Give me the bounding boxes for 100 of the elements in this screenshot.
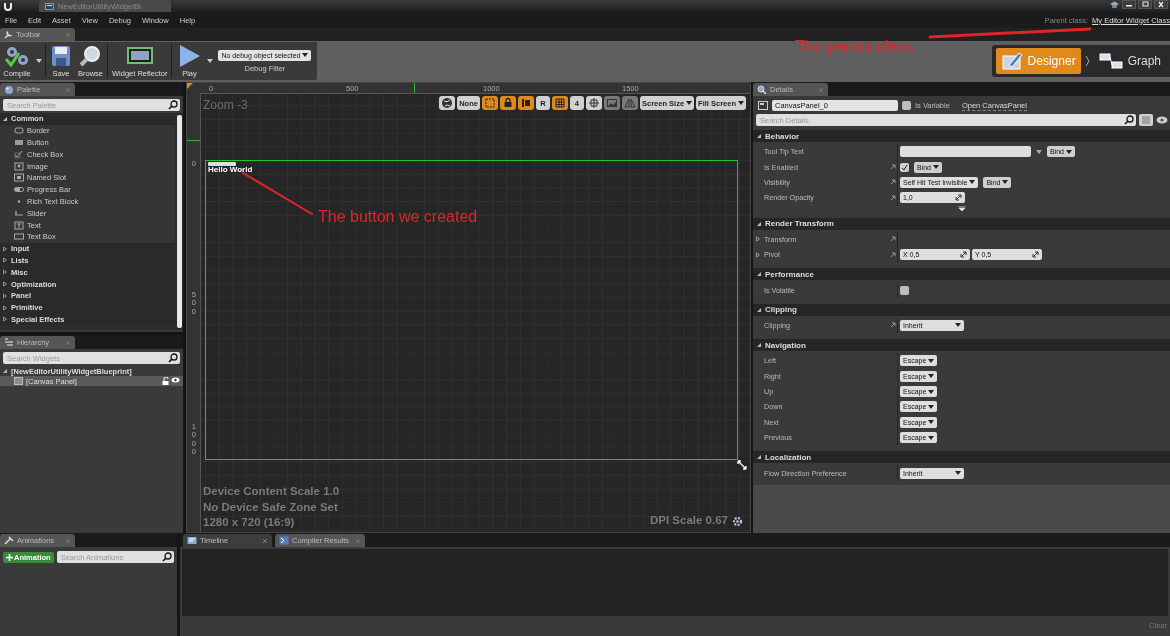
toolbar-button[interactable] (439, 96, 456, 110)
section-header[interactable]: Navigation (753, 339, 1170, 352)
widget-text: Hello World (208, 165, 253, 174)
eye-icon[interactable] (171, 377, 180, 383)
close-icon[interactable] (1154, 0, 1168, 9)
resize-icon[interactable] (737, 460, 747, 470)
border-widget-icon (14, 126, 24, 136)
collapse-arrow-icon[interactable] (2, 115, 8, 122)
section-header[interactable]: Clipping (753, 303, 1170, 316)
checkbox[interactable] (900, 162, 909, 172)
settings-icon[interactable] (732, 516, 743, 527)
restore-icon[interactable] (1138, 0, 1152, 9)
collapse-arrow-icon[interactable] (756, 306, 762, 313)
nodes-icon (1098, 52, 1123, 70)
mirror-icon (623, 97, 636, 109)
scrollbar-thumb[interactable] (176, 115, 182, 328)
caret-icon[interactable] (955, 323, 961, 328)
image-widget-icon (14, 161, 24, 171)
collapse-arrow-icon[interactable] (756, 271, 762, 278)
annotation-text: The button we created (318, 208, 478, 226)
collapse-arrow-icon[interactable] (2, 368, 8, 374)
caret-icon[interactable] (686, 101, 693, 105)
search-icon[interactable] (1124, 115, 1134, 125)
caret-icon[interactable] (928, 374, 935, 379)
section-header[interactable]: Render Transform (753, 217, 1170, 230)
ruler-marker (414, 83, 415, 93)
film-icon (187, 536, 197, 545)
chevron-icon (1084, 55, 1090, 67)
reset-arrow-icon[interactable] (890, 164, 896, 171)
leader-line (242, 172, 313, 215)
cap-icon[interactable] (1109, 0, 1120, 9)
caret-icon[interactable] (1066, 149, 1072, 154)
checkbox[interactable] (902, 101, 911, 110)
slot-widget-icon (14, 173, 24, 183)
caret-icon[interactable] (928, 389, 935, 394)
console-icon (279, 536, 289, 545)
caret-icon[interactable] (955, 471, 961, 476)
ruler-marker (187, 140, 200, 141)
pin-icon (4, 536, 14, 545)
toolbar-button[interactable] (517, 96, 534, 110)
wrench-icon (4, 30, 13, 39)
caret-icon[interactable] (207, 59, 214, 63)
checkbox-widget-icon (14, 149, 24, 159)
search-icon (757, 85, 767, 94)
caret-icon[interactable] (928, 420, 935, 425)
text-field[interactable] (900, 146, 1031, 158)
eye-icon[interactable] (1156, 116, 1170, 124)
checkbox[interactable] (900, 285, 909, 295)
annotation-text: The parent class (795, 38, 914, 56)
caret-icon[interactable] (302, 53, 309, 57)
reset-arrow-icon[interactable] (890, 251, 896, 258)
toolbar-button[interactable] (481, 96, 498, 110)
widget-tab (208, 162, 236, 166)
collapse-arrow-icon[interactable] (756, 454, 762, 461)
drag-arrows-icon[interactable] (955, 194, 962, 202)
marquee-icon (483, 97, 496, 109)
reset-arrow-icon[interactable] (890, 322, 896, 329)
toolbar-button[interactable] (585, 96, 602, 110)
toolbar-button[interactable] (499, 96, 516, 110)
caret-icon[interactable] (1002, 180, 1009, 185)
grid-icon (553, 97, 566, 109)
drag-arrows-icon[interactable] (1032, 251, 1039, 259)
panel-icon (14, 377, 23, 385)
search-icon[interactable] (168, 100, 178, 110)
canvas-info: 1280 x 720 (16:9) (203, 515, 296, 530)
reset-arrow-icon[interactable] (890, 194, 896, 201)
caret-icon[interactable] (928, 435, 935, 440)
collapse-arrow-icon[interactable] (756, 133, 762, 139)
section-header[interactable]: Behavior (753, 130, 1170, 142)
caret-icon[interactable] (933, 165, 939, 170)
caret-icon[interactable] (928, 405, 935, 409)
expand-more-icon[interactable] (957, 206, 966, 212)
expand-arrow-icon[interactable] (755, 236, 761, 243)
panel-icon (758, 101, 768, 110)
caret-icon[interactable] (36, 59, 42, 63)
pencil-canvas-icon (1000, 51, 1023, 71)
caret-icon[interactable] (928, 358, 935, 363)
palette-icon (4, 85, 14, 94)
canvas-info: No Device Safe Zone Set (203, 499, 339, 514)
text-widget-icon (14, 220, 24, 230)
reset-arrow-icon[interactable] (890, 236, 896, 243)
collapse-arrow-icon[interactable] (756, 220, 762, 227)
toolbar-button[interactable] (551, 96, 568, 110)
reset-arrow-icon[interactable] (890, 179, 896, 186)
section-header[interactable]: Localization (753, 451, 1170, 464)
mode-tab[interactable]: Graph (1093, 48, 1166, 74)
caret-icon[interactable] (969, 180, 976, 185)
collapse-arrow-icon[interactable] (756, 342, 762, 349)
globe-icon (441, 97, 454, 109)
drag-arrows-icon[interactable] (960, 251, 967, 259)
minimize-icon[interactable] (1122, 0, 1136, 9)
lock-icon[interactable] (162, 377, 169, 385)
expand-arrow-icon[interactable] (755, 251, 761, 258)
slider-widget-icon (14, 208, 24, 218)
search-icon[interactable] (168, 353, 178, 363)
section-header[interactable]: Performance (753, 268, 1170, 281)
move-icon (587, 97, 600, 109)
search-icon[interactable] (162, 552, 172, 562)
dpi-scale-label: DPI Scale 0.67 (650, 514, 728, 526)
caret-icon[interactable] (738, 101, 744, 105)
